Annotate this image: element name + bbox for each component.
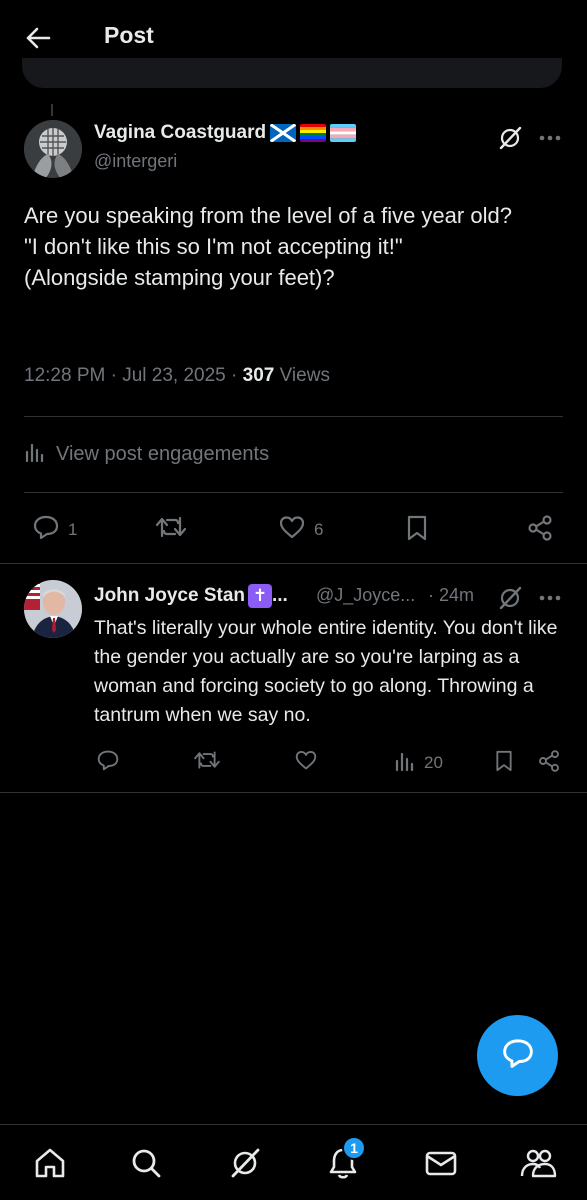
reply-button[interactable]: 1 (32, 514, 77, 545)
page-title: Post (104, 22, 154, 48)
post-text: Are you speaking from the level of a fiv… (24, 203, 512, 290)
bar-chart-icon (24, 440, 46, 468)
thread-connector (51, 104, 53, 116)
views-count: 307 (242, 365, 275, 386)
divider (0, 792, 587, 793)
compose-reply-icon (501, 1037, 535, 1074)
share-button[interactable] (526, 514, 554, 547)
reply-icon (32, 514, 60, 545)
more-icon[interactable] (535, 123, 565, 153)
view-post-engagements-button[interactable]: View post engagements (24, 440, 269, 468)
back-arrow-icon[interactable] (22, 22, 54, 54)
divider (0, 563, 587, 564)
retweet-icon (193, 749, 221, 776)
reply-views-count: 20 (424, 752, 443, 772)
like-count: 6 (314, 519, 324, 539)
divider (24, 416, 563, 417)
avatar[interactable] (24, 580, 82, 638)
views-button[interactable]: 20 (394, 749, 443, 776)
cross-icon: ✝ (248, 584, 272, 608)
bookmark-button[interactable] (494, 749, 514, 778)
avatar[interactable] (24, 120, 82, 178)
bar-chart-icon (394, 749, 416, 776)
search-icon[interactable] (126, 1143, 166, 1183)
reply-author-handle[interactable]: @J_Joyce... (316, 585, 415, 606)
bookmark-icon (405, 514, 429, 547)
post-meta: 12:28 PM · Jul 23, 2025 · 307 Views (24, 365, 330, 387)
mail-icon[interactable] (421, 1143, 461, 1183)
reply-timestamp[interactable]: · 24m (428, 585, 474, 606)
views-label: Views (274, 365, 330, 386)
engagements-label: View post engagements (56, 442, 270, 465)
reply-icon (96, 749, 120, 776)
reply-text: That's literally your whole entire ident… (94, 617, 558, 726)
grok-icon[interactable] (495, 583, 525, 613)
header-underlay (22, 58, 562, 88)
author-name[interactable]: Vagina Coastguard (94, 122, 357, 144)
post-timestamp[interactable]: 12:28 PM · Jul 23, 2025 · (24, 365, 243, 386)
notifications-badge: 1 (342, 1136, 366, 1160)
like-button[interactable] (294, 749, 318, 776)
share-button[interactable] (537, 749, 561, 778)
share-icon (526, 514, 554, 547)
author-handle[interactable]: @intergeri (94, 151, 177, 172)
scotland-flag-icon (270, 124, 297, 142)
more-icon[interactable] (535, 583, 565, 613)
reply-author-name[interactable]: John Joyce Stan ✝ ... (94, 584, 288, 608)
home-icon[interactable] (30, 1143, 70, 1183)
transgender-pride-flag-icon (330, 124, 357, 142)
rainbow-pride-flag-icon (300, 124, 327, 142)
reply-button[interactable] (96, 749, 120, 776)
grok-icon[interactable] (225, 1143, 265, 1183)
reply-count: 1 (68, 519, 78, 539)
retweet-icon (155, 514, 187, 545)
communities-icon[interactable] (518, 1143, 558, 1183)
bottom-navigation (0, 1124, 587, 1200)
bookmark-button[interactable] (405, 514, 429, 547)
share-icon (537, 749, 561, 778)
top-bar: Post (0, 0, 587, 88)
like-button[interactable]: 6 (278, 514, 323, 545)
compose-reply-button[interactable] (477, 1015, 558, 1096)
grok-icon[interactable] (495, 123, 525, 153)
repost-button[interactable] (193, 749, 221, 776)
heart-icon (294, 749, 318, 776)
heart-icon (278, 514, 306, 545)
repost-button[interactable] (155, 514, 187, 545)
bookmark-icon (494, 749, 514, 778)
divider (24, 492, 563, 493)
